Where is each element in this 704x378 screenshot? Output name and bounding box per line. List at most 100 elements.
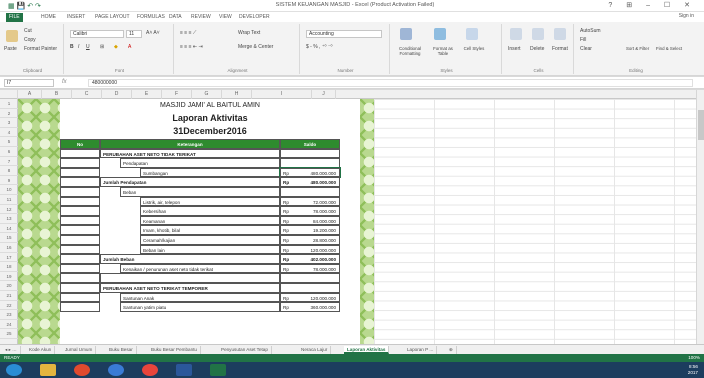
row-header-9[interactable]: 9: [0, 176, 18, 186]
insert-cells-icon[interactable]: [510, 28, 522, 40]
bold-button[interactable]: B: [70, 44, 74, 50]
tab-developer[interactable]: DEVELOPER: [236, 13, 273, 22]
format-painter-button[interactable]: Format Painter: [24, 46, 57, 52]
row-header-10[interactable]: 10: [0, 185, 18, 195]
row-header-24[interactable]: 24: [0, 320, 18, 330]
line-description[interactable]: Beban lain: [140, 244, 280, 255]
line-amount[interactable]: [280, 273, 340, 283]
format-as-table-button[interactable]: Format as Table: [428, 46, 458, 56]
format-button[interactable]: Format: [552, 46, 568, 52]
line-amount[interactable]: Rp 84.000.000: [280, 215, 340, 226]
line-description[interactable]: Ceramah/kajian: [140, 235, 280, 245]
excel-icon[interactable]: [210, 364, 226, 376]
line-no-cell[interactable]: [60, 187, 100, 197]
row-header-12[interactable]: 12: [0, 205, 18, 215]
paste-button[interactable]: Paste: [4, 46, 17, 52]
row-header-5[interactable]: 5: [0, 137, 18, 147]
line-description[interactable]: Kebersihan: [140, 206, 280, 216]
row-header-7[interactable]: 7: [0, 157, 18, 167]
font-grow-icon[interactable]: A˄ A˅: [146, 30, 160, 36]
sheet-tab-neraca-lajur[interactable]: Neraca Lajur: [298, 346, 332, 354]
currency-icon[interactable]: $ - % , ⁺⁰ ⁻⁰: [306, 44, 333, 50]
row-header-25[interactable]: 25: [0, 329, 18, 339]
line-no-cell[interactable]: [60, 254, 100, 264]
tab-page-layout[interactable]: PAGE LAYOUT: [92, 13, 133, 22]
cell-styles-button[interactable]: Cell Styles: [462, 46, 486, 51]
format-table-icon[interactable]: [434, 28, 446, 40]
row-header-1[interactable]: 1: [0, 99, 18, 109]
line-description[interactable]: Imam, khotib, bilal: [140, 225, 280, 235]
line-description[interactable]: Pendapatan: [120, 158, 280, 168]
line-no-cell[interactable]: [60, 148, 100, 159]
tab-insert[interactable]: INSERT: [64, 13, 88, 22]
line-amount[interactable]: Rp 28.800.000: [280, 235, 340, 245]
font-color-icon[interactable]: A: [128, 44, 131, 50]
row-header-16[interactable]: 16: [0, 243, 18, 253]
vertical-scrollbar[interactable]: [696, 90, 704, 344]
row-header-20[interactable]: 20: [0, 281, 18, 291]
tab-file[interactable]: FILE: [6, 13, 23, 22]
conditional-formatting-icon[interactable]: [400, 28, 412, 40]
row-header-2[interactable]: 2: [0, 109, 18, 119]
line-no-cell[interactable]: [60, 215, 100, 226]
column-header-j[interactable]: J: [312, 90, 336, 99]
formula-input[interactable]: 480000000: [88, 79, 693, 87]
row-header-3[interactable]: 3: [0, 118, 18, 128]
insert-button[interactable]: Insert: [508, 46, 521, 52]
line-description[interactable]: Kenaikan / penurunan aset neto tidak ter…: [120, 263, 280, 274]
line-no-cell[interactable]: [60, 263, 100, 274]
file-explorer-icon[interactable]: [40, 364, 56, 376]
column-header-b[interactable]: B: [42, 90, 72, 99]
row-header-17[interactable]: 17: [0, 253, 18, 263]
line-amount[interactable]: Rp 120.000.000: [280, 244, 340, 255]
format-cells-icon[interactable]: [554, 28, 566, 40]
start-icon[interactable]: [6, 364, 22, 376]
sheet-tab-kode-akun[interactable]: Kode Akun: [26, 346, 56, 354]
tab-formulas[interactable]: FORMULAS: [134, 13, 168, 22]
system-clock[interactable]: 8:56 2017: [688, 364, 698, 376]
line-amount[interactable]: Rp 120.000.000: [280, 292, 340, 303]
conditional-formatting-button[interactable]: Conditional Formatting: [392, 46, 428, 56]
line-description[interactable]: Jumlah Pendapatan: [100, 177, 280, 187]
column-header-g[interactable]: G: [192, 90, 222, 99]
sheet-tab-penyusutan[interactable]: Penyusutan Aset Tetap: [218, 346, 272, 354]
line-description[interactable]: Listrik, air, telepon: [140, 196, 280, 207]
tab-view[interactable]: VIEW: [216, 13, 235, 22]
line-no-cell[interactable]: [60, 206, 100, 216]
autosum-button[interactable]: AutoSum: [580, 28, 601, 34]
line-no-cell[interactable]: [60, 177, 100, 187]
borders-icon[interactable]: ⊞: [100, 44, 104, 50]
line-description[interactable]: PERUBAHAN ASET NETO TIDAK TERIKAT: [100, 148, 280, 159]
line-amount[interactable]: Rp 480.000.000: [279, 166, 341, 179]
line-no-cell[interactable]: [60, 273, 100, 283]
row-header-18[interactable]: 18: [0, 262, 18, 272]
copy-button[interactable]: Copy: [24, 37, 36, 43]
empty-cells-area[interactable]: [374, 99, 696, 344]
sheet-tab-jurnal-umum[interactable]: Jurnal Umum: [62, 346, 97, 354]
cell-styles-icon[interactable]: [466, 28, 478, 40]
italic-button[interactable]: I: [78, 44, 79, 50]
column-header-h[interactable]: H: [222, 90, 252, 99]
column-header-f[interactable]: F: [162, 90, 192, 99]
line-no-cell[interactable]: [60, 302, 100, 312]
line-description[interactable]: Keamanan: [140, 215, 280, 226]
row-header-8[interactable]: 8: [0, 166, 18, 176]
clear-button[interactable]: Clear: [580, 46, 592, 52]
row-header-19[interactable]: 19: [0, 272, 18, 282]
chrome-icon[interactable]: [142, 364, 158, 376]
line-no-cell[interactable]: [60, 283, 100, 293]
tab-review[interactable]: REVIEW: [188, 13, 214, 22]
font-name-select[interactable]: Calibri: [70, 30, 124, 38]
row-header-14[interactable]: 14: [0, 224, 18, 234]
sort-filter-button[interactable]: Sort & Filter: [626, 46, 652, 51]
line-amount[interactable]: Rp 78.000.000: [280, 263, 340, 274]
line-amount[interactable]: Rp 360.000.000: [280, 302, 340, 312]
column-header-a[interactable]: A: [18, 90, 42, 99]
media-player-icon[interactable]: [74, 364, 90, 376]
line-amount[interactable]: Rp 19.200.000: [280, 225, 340, 235]
line-amount[interactable]: Rp 402.000.000: [280, 254, 340, 264]
line-no-cell[interactable]: [60, 292, 100, 303]
name-box[interactable]: I7: [4, 79, 54, 87]
line-description[interactable]: Sumbangan: [140, 167, 280, 178]
line-description[interactable]: Santunan yatim piatu: [120, 302, 280, 312]
